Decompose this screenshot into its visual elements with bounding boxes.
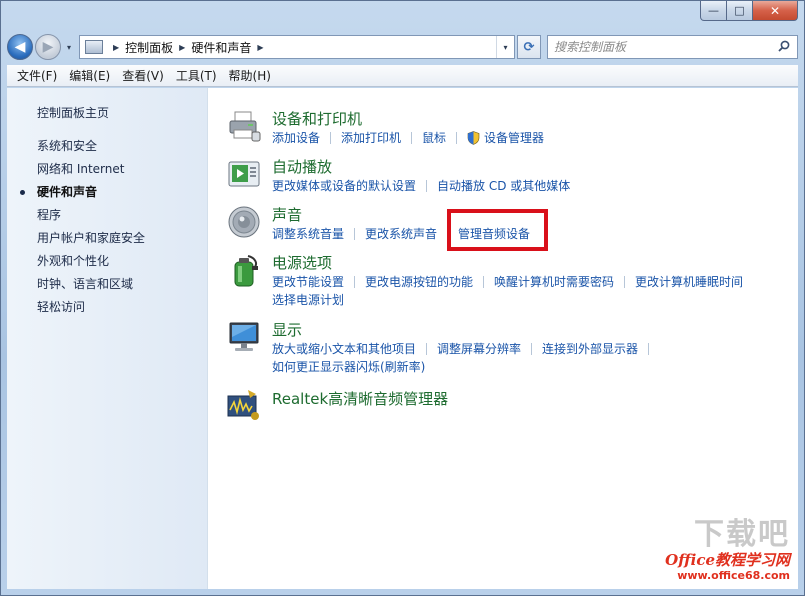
breadcrumb-arrow-icon[interactable]: ▶ xyxy=(179,43,185,52)
refresh-button[interactable]: ⟳ xyxy=(517,35,541,59)
printer-icon[interactable] xyxy=(226,108,262,144)
sidebar-item-home[interactable]: 控制面板主页 xyxy=(7,102,207,125)
link-external-display[interactable]: 连接到外部显示器 xyxy=(542,340,638,358)
forward-button[interactable]: ▶ xyxy=(35,34,61,60)
link-separator xyxy=(330,132,332,144)
link-power-button-function[interactable]: 更改电源按钮的功能 xyxy=(365,273,473,291)
watermark: 下载吧 Office教程学习网 www.office68.com xyxy=(665,519,790,583)
category-title[interactable]: 显示 xyxy=(272,320,659,340)
link-screen-resolution[interactable]: 调整屏幕分辨率 xyxy=(437,340,521,358)
link-device-manager-label[interactable]: 设备管理器 xyxy=(484,129,544,147)
link-separator xyxy=(354,276,356,288)
breadcrumb-hardware-sound[interactable]: 硬件和声音 xyxy=(191,39,251,56)
link-autoplay-cd[interactable]: 自动播放 CD 或其他媒体 xyxy=(437,177,570,195)
category-devices-printers: 设备和打印机 添加设备 添加打印机 鼠标 设备管理器 xyxy=(226,108,544,147)
breadcrumb-control-panel[interactable]: 控制面板 xyxy=(125,39,173,56)
minimize-button[interactable]: — xyxy=(700,1,727,21)
link-text-size[interactable]: 放大或缩小文本和其他项目 xyxy=(272,340,416,358)
sidebar-item-user-accounts[interactable]: 用户帐户和家庭安全 xyxy=(7,227,207,250)
menu-bar: 文件(F) 编辑(E) 查看(V) 工具(T) 帮助(H) xyxy=(7,65,798,87)
category-title[interactable]: 自动播放 xyxy=(272,157,570,177)
category-title[interactable]: 设备和打印机 xyxy=(272,109,544,129)
category-title[interactable]: Realtek高清晰音频管理器 xyxy=(272,387,448,409)
link-change-system-sounds[interactable]: 更改系统声音 xyxy=(365,225,437,243)
address-bar[interactable]: ▶ 控制面板 ▶ 硬件和声音 ▶ ▾ xyxy=(79,35,515,59)
breadcrumb-arrow-icon[interactable]: ▶ xyxy=(257,43,263,52)
link-add-device[interactable]: 添加设备 xyxy=(272,129,320,147)
sidebar-item-system-security[interactable]: 系统和安全 xyxy=(7,135,207,158)
link-mouse[interactable]: 鼠标 xyxy=(422,129,446,147)
watermark-site-url: www.office68.com xyxy=(677,569,790,582)
menu-edit[interactable]: 编辑(E) xyxy=(63,65,116,86)
search-icon[interactable] xyxy=(778,40,790,52)
control-panel-icon xyxy=(85,40,103,54)
address-dropdown-icon[interactable]: ▾ xyxy=(496,36,514,58)
sidebar-item-clock-region[interactable]: 时钟、语言和区域 xyxy=(7,273,207,296)
link-separator xyxy=(624,276,626,288)
maximize-button[interactable]: □ xyxy=(727,1,753,21)
menu-tools[interactable]: 工具(T) xyxy=(170,65,223,86)
main-panel: 设备和打印机 添加设备 添加打印机 鼠标 设备管理器 自动播放 更改媒体或设备的… xyxy=(208,88,798,589)
sidebar-item-ease-of-access[interactable]: 轻松访问 xyxy=(7,296,207,319)
menu-file[interactable]: 文件(F) xyxy=(11,65,63,86)
autoplay-icon[interactable] xyxy=(226,156,262,192)
category-title[interactable]: 电源选项 xyxy=(272,253,743,273)
monitor-icon[interactable] xyxy=(226,319,262,355)
sidebar: 控制面板主页 系统和安全 网络和 Internet 硬件和声音 程序 用户帐户和… xyxy=(7,88,208,589)
sidebar-item-programs[interactable]: 程序 xyxy=(7,204,207,227)
link-change-power-saving[interactable]: 更改节能设置 xyxy=(272,273,344,291)
search-input[interactable] xyxy=(554,40,754,54)
breadcrumb-arrow-icon[interactable]: ▶ xyxy=(113,43,119,52)
category-display: 显示 放大或缩小文本和其他项目 调整屏幕分辨率 连接到外部显示器 如何更正显示器… xyxy=(226,319,659,376)
caption-buttons: — □ ✕ xyxy=(700,1,798,21)
battery-icon[interactable] xyxy=(226,252,262,288)
link-fix-flicker[interactable]: 如何更正显示器闪烁(刷新率) xyxy=(272,358,425,376)
recent-pages-dropdown-icon[interactable]: ▾ xyxy=(63,43,75,52)
link-separator xyxy=(483,276,485,288)
sidebar-item-hardware-sound[interactable]: 硬件和声音 xyxy=(7,181,207,204)
speaker-icon[interactable] xyxy=(226,204,262,240)
close-button[interactable]: ✕ xyxy=(753,1,798,21)
sidebar-item-appearance[interactable]: 外观和个性化 xyxy=(7,250,207,273)
link-separator xyxy=(456,132,458,144)
link-require-password-wake[interactable]: 唤醒计算机时需要密码 xyxy=(494,273,614,291)
link-add-printer[interactable]: 添加打印机 xyxy=(341,129,401,147)
link-separator xyxy=(426,180,428,192)
link-change-media-defaults[interactable]: 更改媒体或设备的默认设置 xyxy=(272,177,416,195)
category-power-options: 电源选项 更改节能设置 更改电源按钮的功能 唤醒计算机时需要密码 更改计算机睡眠… xyxy=(226,252,743,309)
control-panel-window: — □ ✕ ◀ ▶ ▾ ▶ 控制面板 ▶ 硬件和声音 ▶ ▾ ⟳ 文件(F) 编… xyxy=(0,0,805,596)
link-separator xyxy=(354,228,356,240)
menu-view[interactable]: 查看(V) xyxy=(116,65,170,86)
category-autoplay: 自动播放 更改媒体或设备的默认设置 自动播放 CD 或其他媒体 xyxy=(226,156,570,195)
link-choose-power-plan[interactable]: 选择电源计划 xyxy=(272,291,344,309)
uac-shield-icon xyxy=(467,131,480,145)
link-adjust-volume[interactable]: 调整系统音量 xyxy=(272,225,344,243)
highlight-box xyxy=(447,209,548,251)
menu-help[interactable]: 帮助(H) xyxy=(223,65,277,86)
link-device-manager[interactable]: 设备管理器 xyxy=(467,129,544,147)
link-separator xyxy=(531,343,533,355)
navigation-bar: ◀ ▶ ▾ ▶ 控制面板 ▶ 硬件和声音 ▶ ▾ ⟳ xyxy=(7,31,798,63)
link-change-sleep-time[interactable]: 更改计算机睡眠时间 xyxy=(635,273,743,291)
link-separator xyxy=(411,132,413,144)
sidebar-item-network[interactable]: 网络和 Internet xyxy=(7,158,207,181)
category-realtek: Realtek高清晰音频管理器 xyxy=(226,386,448,422)
back-button[interactable]: ◀ xyxy=(7,34,33,60)
watermark-logo-text: 下载吧 xyxy=(694,517,790,552)
content-area: 控制面板主页 系统和安全 网络和 Internet 硬件和声音 程序 用户帐户和… xyxy=(7,88,798,589)
realtek-icon[interactable] xyxy=(226,386,262,422)
link-separator xyxy=(426,343,428,355)
watermark-site-name: Office教程学习网 xyxy=(665,551,790,569)
link-separator xyxy=(648,343,650,355)
search-box[interactable] xyxy=(547,35,798,59)
